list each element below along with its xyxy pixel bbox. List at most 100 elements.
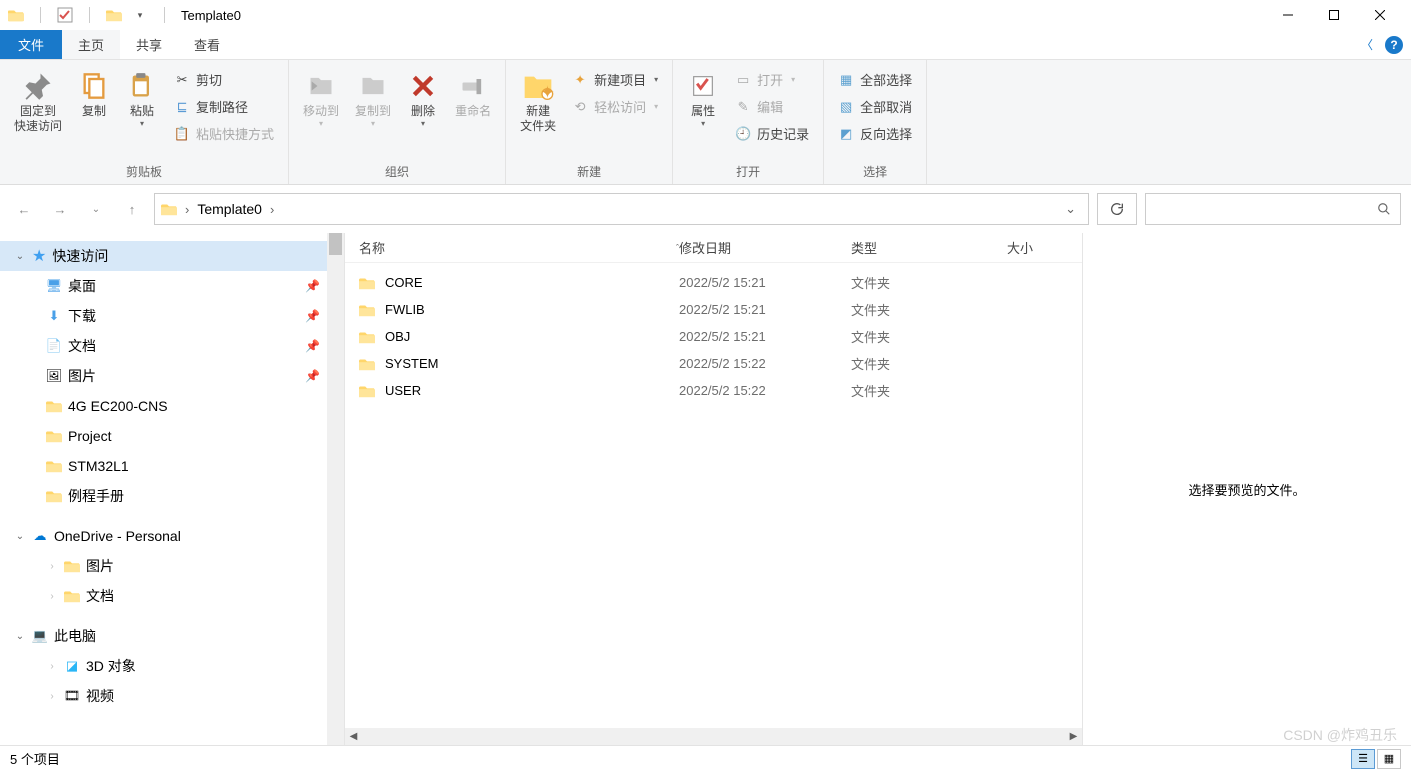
status-bar: 5 个项目 ☰ ▦	[0, 745, 1411, 771]
back-button[interactable]: ←	[10, 195, 38, 223]
file-name: OBJ	[385, 329, 410, 344]
tab-file[interactable]: 文件	[0, 30, 62, 59]
scroll-left-icon[interactable]: ◀	[345, 728, 362, 745]
delete-button[interactable]: 删除▾	[399, 64, 447, 128]
downloads-icon: ⬇	[46, 308, 62, 324]
up-button[interactable]: ↑	[118, 195, 146, 223]
pin-icon: 📌	[305, 369, 320, 383]
file-type: 文件夹	[851, 354, 1007, 373]
paste-button[interactable]: 粘贴 ▾	[118, 64, 166, 128]
file-row[interactable]: FWLIB2022/5/2 15:21文件夹	[345, 296, 1082, 323]
copy-button[interactable]: 复制	[70, 64, 118, 119]
tree-folder-3[interactable]: STM32L1	[0, 451, 344, 481]
scissors-icon: ✂	[174, 72, 190, 88]
desktop-icon: 🖥	[46, 278, 62, 294]
tree-folder-2[interactable]: Project	[0, 421, 344, 451]
easy-access-icon: ⟲	[572, 99, 588, 115]
move-to-button[interactable]: 移动到▾	[295, 64, 347, 128]
file-name: USER	[385, 383, 421, 398]
help-icon[interactable]: ?	[1385, 36, 1403, 54]
file-row[interactable]: USER 2022/5/2 15:22文件夹	[345, 377, 1082, 404]
open-button[interactable]: ▭打开▾	[731, 68, 813, 91]
tree-quick-access[interactable]: ⌄★快速访问	[0, 241, 344, 271]
nav-row: ← → ⌄ ↑ › Template0 › ⌄	[0, 185, 1411, 233]
tree-videos[interactable]: ›🎞视频	[0, 681, 344, 711]
copy-path-icon: ⊑	[174, 99, 190, 115]
file-row[interactable]: OBJ2022/5/2 15:21文件夹	[345, 323, 1082, 350]
view-details-button[interactable]: ☰	[1351, 749, 1375, 769]
tab-share[interactable]: 共享	[120, 30, 178, 59]
search-box[interactable]	[1145, 193, 1401, 225]
address-bar[interactable]: › Template0 › ⌄	[154, 193, 1089, 225]
new-item-button[interactable]: ✦新建项目▾	[568, 68, 662, 91]
column-date[interactable]: 修改日期	[679, 238, 851, 257]
file-date: 2022/5/2 15:22	[679, 383, 851, 398]
rename-icon	[457, 70, 489, 102]
qat-folder-icon[interactable]	[106, 7, 122, 23]
file-type: 文件夹	[851, 327, 1007, 346]
copy-path-button[interactable]: ⊑复制路径	[170, 95, 278, 118]
rename-button[interactable]: 重命名	[447, 64, 499, 119]
nav-scrollbar[interactable]	[327, 233, 344, 745]
edit-icon: ✎	[735, 99, 751, 115]
qat-checkbox-icon[interactable]	[57, 7, 73, 23]
view-large-icons-button[interactable]: ▦	[1377, 749, 1401, 769]
scroll-right-icon[interactable]: ▶	[1065, 728, 1082, 745]
forward-button[interactable]: →	[46, 195, 74, 223]
cut-button[interactable]: ✂剪切	[170, 68, 278, 91]
file-row[interactable]: SYSTEM2022/5/2 15:22文件夹	[345, 350, 1082, 377]
recent-locations-button[interactable]: ⌄	[82, 195, 110, 223]
file-row[interactable]: CORE2022/5/2 15:21文件夹	[345, 269, 1082, 296]
tree-onedrive-documents[interactable]: ›文档	[0, 581, 344, 611]
properties-button[interactable]: 属性▾	[679, 64, 727, 128]
tree-this-pc[interactable]: ⌄💻此电脑	[0, 621, 344, 651]
tab-home[interactable]: 主页	[62, 30, 120, 59]
copy-to-button[interactable]: 复制到▾	[347, 64, 399, 128]
tree-onedrive[interactable]: ⌄☁OneDrive - Personal	[0, 521, 344, 551]
breadcrumb-item[interactable]: Template0	[197, 201, 262, 217]
select-all-button[interactable]: ▦全部选择	[834, 68, 916, 91]
tree-pictures[interactable]: 🖼图片📌	[0, 361, 344, 391]
refresh-button[interactable]	[1097, 193, 1137, 225]
new-folder-button[interactable]: ✦新建 文件夹	[512, 64, 564, 134]
maximize-button[interactable]	[1311, 0, 1357, 30]
edit-button[interactable]: ✎编辑	[731, 95, 813, 118]
folder-icon	[359, 302, 375, 318]
chevron-right-icon[interactable]: ›	[185, 202, 189, 217]
item-count: 5 个项目	[10, 749, 60, 768]
address-dropdown-icon[interactable]: ⌄	[1059, 201, 1082, 217]
collapse-ribbon-icon[interactable]: 〈	[1361, 36, 1373, 53]
minimize-button[interactable]	[1265, 0, 1311, 30]
tree-folder-1[interactable]: 4G EC200-CNS	[0, 391, 344, 421]
tree-onedrive-pictures[interactable]: ›图片	[0, 551, 344, 581]
qat-dropdown-icon[interactable]: ▾	[132, 7, 148, 23]
file-name: CORE	[385, 275, 423, 290]
chevron-right-icon[interactable]: ›	[270, 202, 274, 217]
column-name[interactable]: 名称ˆ	[359, 238, 679, 257]
column-headers: 名称ˆ 修改日期 类型 大小	[345, 233, 1082, 263]
tree-folder-4[interactable]: 例程手册	[0, 481, 344, 511]
close-button[interactable]	[1357, 0, 1403, 30]
paste-shortcut-button[interactable]: 📋粘贴快捷方式	[170, 122, 278, 145]
window-title: Template0	[181, 8, 241, 23]
horizontal-scrollbar[interactable]: ◀ ▶	[345, 728, 1082, 745]
history-icon: 🕘	[735, 126, 751, 142]
select-all-icon: ▦	[838, 72, 854, 88]
tab-view[interactable]: 查看	[178, 30, 236, 59]
pictures-icon: 🖼	[46, 368, 62, 384]
tree-desktop[interactable]: 🖥桌面📌	[0, 271, 344, 301]
easy-access-button[interactable]: ⟲轻松访问▾	[568, 95, 662, 118]
tree-downloads[interactable]: ⬇下载📌	[0, 301, 344, 331]
folder-icon	[64, 558, 80, 574]
ribbon-group-select: ▦全部选择 ▧全部取消 ◩反向选择 选择	[824, 60, 927, 184]
column-type[interactable]: 类型	[851, 238, 1007, 257]
pin-to-quick-access-button[interactable]: 固定到 快速访问	[6, 64, 70, 134]
file-type: 文件夹	[851, 381, 1007, 400]
history-button[interactable]: 🕘历史记录	[731, 122, 813, 145]
invert-selection-button[interactable]: ◩反向选择	[834, 122, 916, 145]
select-none-button[interactable]: ▧全部取消	[834, 95, 916, 118]
ribbon-group-new: ✦新建 文件夹 ✦新建项目▾ ⟲轻松访问▾ 新建	[506, 60, 673, 184]
tree-3d-objects[interactable]: ›◪3D 对象	[0, 651, 344, 681]
tree-documents[interactable]: 📄文档📌	[0, 331, 344, 361]
column-size[interactable]: 大小	[1007, 238, 1082, 257]
